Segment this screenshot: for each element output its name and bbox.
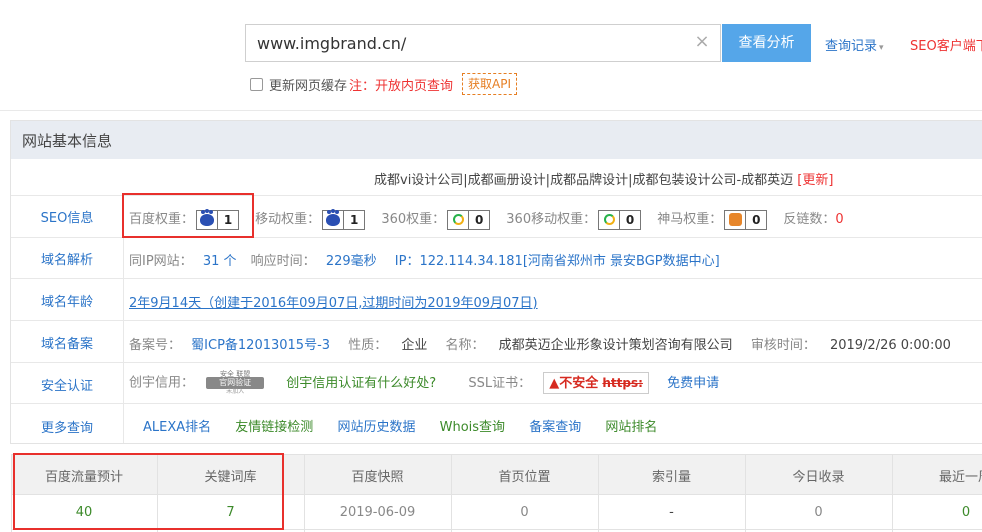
cache-checkbox[interactable] [250, 77, 263, 91]
icp-info: 备案号： 蜀ICP备12013015号-3 性质： 企业 名称： 成都英迈企业形… [129, 334, 951, 353]
s360m-weight-label: 360移动权重： [506, 212, 597, 227]
column-divider [892, 454, 893, 532]
baidu-paw-icon [326, 209, 341, 226]
row-label-dns[interactable]: 域名解析 [11, 249, 123, 268]
clear-icon[interactable]: × [693, 32, 711, 52]
icp-audit-label: 审核时间： [750, 338, 816, 353]
warning-icon: ▲不安全 [549, 376, 599, 391]
ssl-insecure-badge: ▲不安全 https: [543, 372, 649, 394]
search-input[interactable] [245, 24, 721, 62]
highlight-box [122, 193, 254, 238]
th-home-position: 首页位置 [498, 470, 551, 485]
update-link[interactable]: [更新] [797, 173, 833, 188]
https-strike: https: [602, 376, 643, 390]
shenma-horse-icon [728, 213, 742, 226]
td-home-position: 0 [520, 505, 529, 520]
s360-weight-value: 0 [474, 212, 484, 227]
shenma-weight-label: 神马权重： [657, 212, 723, 227]
s360-ring-icon [603, 214, 615, 225]
domain-age-link[interactable]: 2年9月14天（创建于2016年09月07日,过期时间为2019年09月07日) [129, 292, 538, 311]
icp-name-label: 名称： [445, 338, 485, 353]
more-links: ALEXA排名 友情链接检测 网站历史数据 Whois查询 备案查询 网站排名 [143, 416, 657, 435]
credit-benefit-link[interactable]: 创宇信用认证有什么好处? [286, 376, 436, 391]
dns-info: 同IP网站： 31 个 响应时间： 229毫秒 IP：122.114.34.18… [129, 250, 720, 269]
td-snapshot: 2019-06-09 [339, 505, 416, 520]
icp-audit-value: 2019/2/26 0:00:00 [829, 338, 951, 353]
th-today: 今日收录 [792, 470, 845, 485]
icp-nature-value: 企业 [401, 338, 428, 353]
mobile-weight-badge[interactable]: 1 [322, 209, 366, 230]
row-divider [11, 403, 982, 404]
s360-weight-label: 360权重： [381, 212, 446, 227]
row-label-age[interactable]: 域名年龄 [11, 291, 123, 310]
whois-link[interactable]: Whois查询 [440, 420, 505, 435]
s360m-weight-value: 0 [625, 212, 635, 227]
row-label-seo[interactable]: SEO信息 [11, 207, 123, 226]
icp-query-link[interactable]: 备案查询 [529, 420, 581, 435]
td-index: - [669, 505, 674, 520]
credit-label: 创宇信用： [129, 375, 195, 391]
row-divider [11, 320, 982, 321]
site-title: 成都vi设计公司|成都画册设计|成都品牌设计|成都包装设计公司-成都英迈 [更新… [374, 169, 833, 188]
shenma-weight-value: 0 [752, 212, 761, 227]
mobile-weight-value: 1 [349, 212, 359, 227]
row-divider [11, 362, 982, 363]
row-label-icp[interactable]: 域名备案 [11, 333, 123, 352]
cache-row: 更新网页缓存 注：开放内页查询 获取API [250, 73, 518, 95]
credit-seal-icon[interactable]: 安全 联盟 官网验证 未加入 [198, 371, 272, 395]
site-title-text: 成都vi设计公司|成都画册设计|成都品牌设计|成都包装设计公司-成都英迈 [374, 173, 794, 188]
seal-bottom-text: 未加入 [226, 388, 245, 395]
backlinks-value[interactable]: 0 [835, 212, 843, 227]
shenma-weight-badge[interactable]: 0 [724, 209, 768, 230]
icp-name-value: 成都英迈企业形象设计策划咨询有限公司 [498, 338, 733, 353]
cache-label: 更新网页缓存 [269, 78, 348, 94]
th-last-week: 最近一周 [939, 470, 982, 485]
icp-no-value[interactable]: 蜀ICP备12013015号-3 [191, 338, 330, 353]
td-today: 0 [814, 505, 823, 520]
highlight-box [13, 453, 284, 530]
free-apply-link[interactable]: 免费申请 [667, 376, 719, 391]
panel-title: 网站基本信息 [22, 132, 113, 150]
inner-page-note[interactable]: 注：开放内页查询 [349, 75, 453, 94]
ssl-label: SSL证书： [468, 375, 532, 391]
th-index: 索引量 [651, 470, 691, 485]
s360-weight-badge[interactable]: 0 [447, 209, 491, 230]
response-time-value: 229毫秒 [325, 254, 377, 269]
alexa-link[interactable]: ALEXA排名 [143, 420, 211, 435]
same-ip-value[interactable]: 31 个 [203, 254, 237, 269]
analyze-button[interactable]: 查看分析 [722, 24, 811, 62]
icp-nature-label: 性质： [348, 338, 388, 353]
backlinks-label: 反链数： [783, 212, 836, 227]
row-divider [11, 278, 982, 279]
history-label: 查询记录 [825, 39, 878, 54]
s360m-weight-badge[interactable]: 0 [598, 209, 642, 230]
divider [0, 110, 982, 111]
response-time-label: 响应时间： [250, 254, 316, 269]
site-rank-link[interactable]: 网站排名 [605, 420, 657, 435]
same-ip-label: 同IP网站： [129, 254, 193, 269]
chevron-down-icon: ▾ [879, 43, 884, 53]
security-info: 创宇信用： 安全 联盟 官网验证 未加入 创宇信用认证有什么好处? SSL证书：… [129, 371, 719, 395]
ip-info[interactable]: IP：122.114.34.181[河南省郑州市 景安BGP数据中心] [395, 254, 720, 269]
row-label-more[interactable]: 更多查询 [11, 417, 123, 436]
friendlink-check-link[interactable]: 友情链接检测 [235, 420, 313, 435]
row-label-security[interactable]: 安全认证 [11, 375, 123, 394]
th-snapshot: 百度快照 [351, 470, 404, 485]
mobile-weight-label: 移动权重： [255, 212, 321, 227]
get-api-button[interactable]: 获取API [462, 73, 518, 95]
history-dropdown[interactable]: 查询记录 ▾ [825, 35, 884, 54]
td-last-week[interactable]: 0 [956, 505, 976, 520]
s360-ring-icon [452, 214, 464, 225]
seo-client-link[interactable]: SEO客户端下 [910, 35, 982, 54]
panel-header [11, 121, 982, 159]
icp-no-label: 备案号： [129, 338, 182, 353]
history-data-link[interactable]: 网站历史数据 [337, 420, 415, 435]
